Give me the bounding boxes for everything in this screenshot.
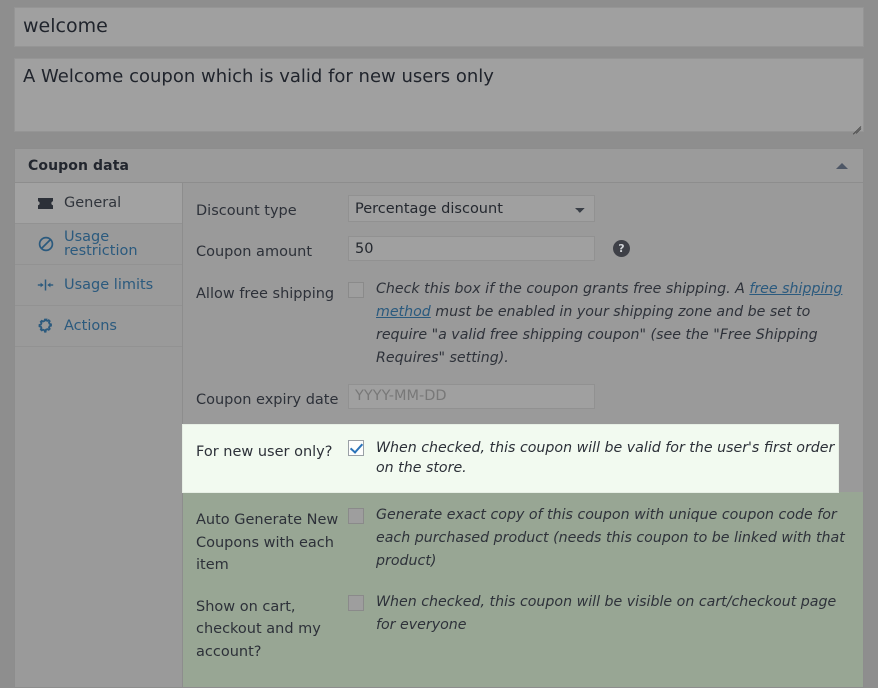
tab-label: General: [64, 194, 122, 211]
show-on-cart-control: When checked, this coupon will be visibl…: [348, 591, 863, 637]
question-mark-icon[interactable]: ?: [613, 240, 630, 258]
auto-generate-coupons-label: Auto Generate New Coupons with each item: [196, 512, 339, 574]
auto-generate-coupons-control: Generate exact copy of this coupon with …: [348, 504, 863, 573]
coupon-description-wrapper: A Welcome coupon which is valid for new …: [14, 58, 864, 135]
show-on-cart-description: When checked, this coupon will be visibl…: [376, 593, 837, 633]
tab-label: Actions: [64, 317, 117, 334]
coupon-expiry-date-input[interactable]: [348, 383, 595, 409]
for-new-user-only-description: When checked, this coupon will be valid …: [376, 440, 835, 477]
coupon-description-textarea[interactable]: A Welcome coupon which is valid for new …: [14, 58, 864, 132]
tab-general[interactable]: General: [15, 183, 182, 224]
coupon-code-input[interactable]: [14, 7, 864, 47]
discount-type-row: Discount type Percentage discount: [183, 195, 863, 222]
arrows-to-line-icon: [36, 277, 55, 293]
coupon-data-header[interactable]: Coupon data: [15, 149, 863, 183]
tab-label: Usage limits: [64, 276, 154, 293]
coupon-data-body: General Usage restriction Usage limits A…: [15, 183, 863, 687]
show-on-cart-label: Show on cart, checkout and my account?: [196, 598, 321, 660]
ticket-icon: [36, 195, 55, 211]
coupon-amount-row: Coupon amount ?: [183, 236, 863, 263]
allow-free-shipping-label: Allow free shipping: [196, 285, 335, 302]
auto-generate-coupons-description: Generate exact copy of this coupon with …: [376, 507, 845, 570]
tab-actions[interactable]: Actions: [15, 306, 182, 347]
additional-options-zone: Auto Generate New Coupons with each item…: [183, 492, 863, 687]
tab-usage-restriction[interactable]: Usage restriction: [15, 224, 182, 265]
allow-free-shipping-description: Check this box if the coupon grants free…: [376, 278, 854, 370]
coupon-data-tabs: General Usage restriction Usage limits A…: [15, 183, 183, 687]
general-panel: Discount type Percentage discount Coupon…: [183, 183, 863, 687]
for-new-user-only-checkbox[interactable]: [348, 440, 364, 457]
show-on-cart-checkbox[interactable]: [348, 594, 364, 611]
show-on-cart-row: Show on cart, checkout and my account? W…: [183, 591, 863, 663]
page-title: Coupon data: [28, 157, 130, 174]
allow-free-shipping-checkbox[interactable]: [348, 281, 364, 298]
circle-slash-icon: [36, 236, 55, 252]
coupon-amount-control: ?: [348, 236, 863, 262]
auto-generate-coupons-row: Auto Generate New Coupons with each item…: [183, 504, 863, 576]
triangle-up-icon[interactable]: [836, 162, 848, 169]
discount-type-label: Discount type: [196, 203, 297, 219]
auto-generate-coupons-checkbox[interactable]: [348, 508, 364, 525]
post-header-fields: A Welcome coupon which is valid for new …: [0, 0, 878, 135]
coupon-expiry-date-control: [348, 383, 863, 409]
tab-label: Usage restriction: [64, 228, 138, 259]
coupon-data-metabox: Coupon data General Usage restriction Us…: [14, 148, 864, 688]
discount-type-select[interactable]: Percentage discount: [348, 195, 595, 222]
for-new-user-only-control: When checked, this coupon will be valid …: [348, 439, 838, 479]
coupon-expiry-date-label: Coupon expiry date: [196, 391, 339, 408]
gear-icon: [36, 318, 55, 334]
coupon-amount-input[interactable]: [348, 236, 595, 262]
for-new-user-only-label: For new user only?: [196, 444, 333, 461]
discount-type-control: Percentage discount: [348, 195, 863, 222]
for-new-user-only-row: For new user only? When checked, this co…: [183, 425, 838, 493]
allow-free-shipping-control: Check this box if the coupon grants free…: [348, 278, 863, 370]
coupon-expiry-date-row: Coupon expiry date: [183, 383, 863, 411]
allow-free-shipping-row: Allow free shipping Check this box if th…: [183, 278, 863, 370]
tab-usage-limits[interactable]: Usage limits: [15, 265, 182, 306]
free-shipping-desc-part2: must be enabled in your shipping zone an…: [376, 303, 818, 366]
free-shipping-desc-part1: Check this box if the coupon grants free…: [376, 280, 750, 297]
coupon-amount-label: Coupon amount: [196, 244, 313, 261]
